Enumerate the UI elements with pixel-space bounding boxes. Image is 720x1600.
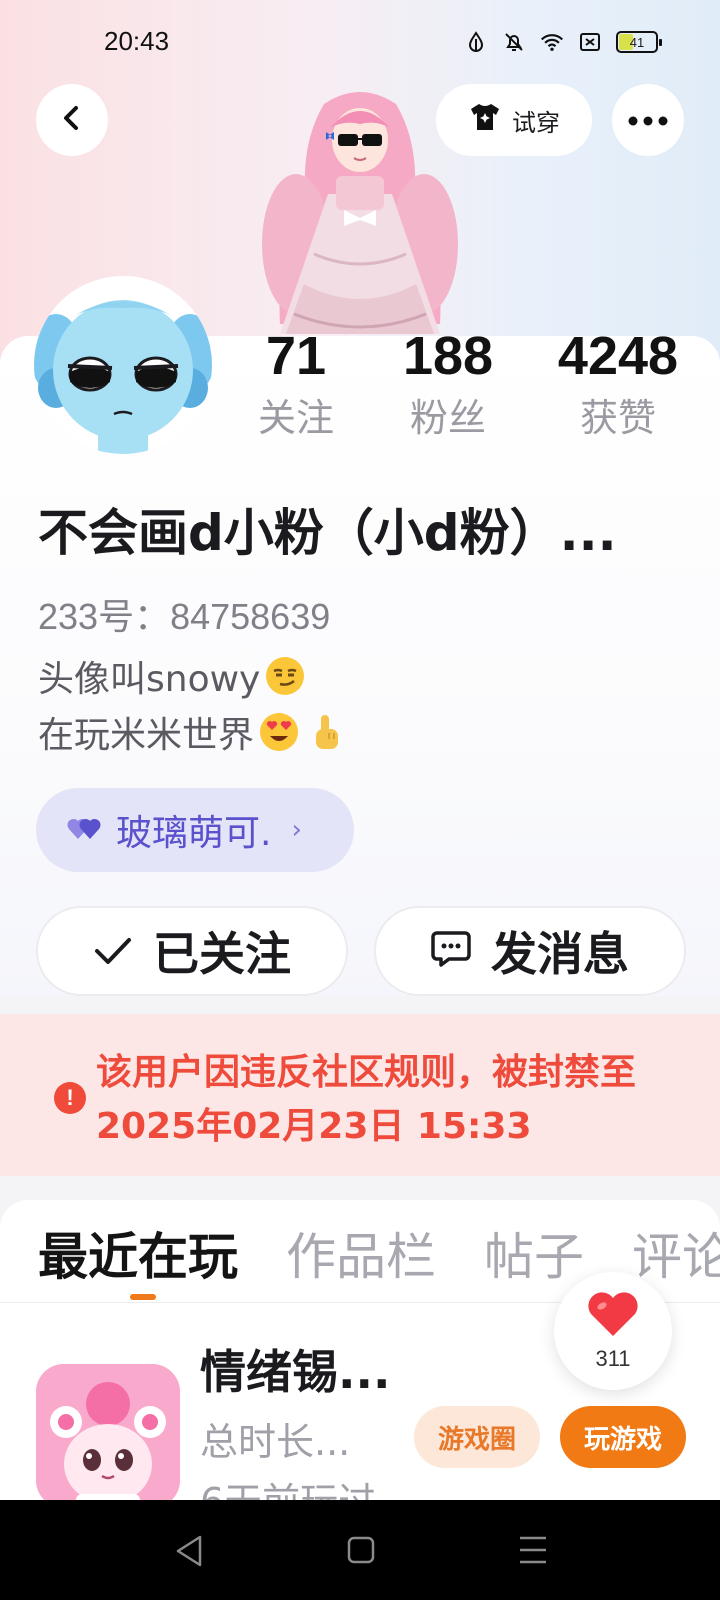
following-count: 71 [265, 326, 327, 386]
badge-label: 玻璃萌可. [116, 813, 272, 854]
try-on-label: 试穿 [512, 108, 560, 137]
tab-recently-played[interactable]: 最近在玩 [38, 1222, 238, 1292]
sim-x-icon [578, 30, 602, 54]
profile-bio: 头像叫snowy 在玩米米世界 [38, 652, 346, 764]
nav-menu-icon[interactable] [518, 1534, 548, 1570]
game-title: 情绪锡... [200, 1345, 391, 1399]
profile-screen: 20:43 41 试穿 71 关注 188 粉丝 4248 获赞 不会画d小粉（… [0, 0, 720, 1600]
game-total-time: 总时长... [200, 1420, 351, 1464]
following-button-label: 已关注 [153, 927, 291, 981]
send-message-label: 发消息 [491, 927, 629, 981]
double-heart-icon [66, 810, 102, 851]
stat-likes[interactable]: 4248 获赞 [548, 324, 688, 444]
more-dots-icon [628, 111, 668, 130]
chevron-left-icon [58, 104, 86, 136]
status-time: 20:43 [104, 26, 170, 56]
profile-id[interactable]: 233号：84758639 [38, 588, 330, 640]
followers-label: 粉丝 [409, 396, 486, 440]
status-bar: 20:43 41 [0, 0, 720, 90]
heart-eyes-emoji-icon [258, 711, 300, 753]
wifi-icon [540, 30, 564, 54]
active-tab-indicator [130, 1294, 156, 1300]
more-options-button[interactable] [612, 84, 684, 156]
nav-back-icon[interactable] [174, 1534, 204, 1572]
likes-count: 4248 [557, 326, 679, 386]
status-icons: 41 [464, 30, 662, 54]
tab-posts[interactable]: 帖子 [484, 1222, 584, 1292]
bio-line-2: 在玩米米世界 [38, 708, 346, 764]
chevron-right-icon: › [291, 815, 302, 845]
game-circle-button[interactable]: 游戏圈 [414, 1406, 540, 1468]
stat-followers[interactable]: 188 粉丝 [378, 324, 518, 444]
check-icon [93, 924, 133, 978]
warning-icon: ! [54, 1082, 86, 1114]
send-message-button[interactable]: 发消息 [374, 906, 686, 996]
smirk-emoji-icon [264, 655, 306, 697]
like-count: 311 [595, 1346, 631, 1371]
profile-name: 不会画d小粉（小d粉）... [38, 504, 617, 562]
mute-bell-icon [502, 30, 526, 54]
following-button[interactable]: 已关注 [36, 906, 348, 996]
heart-icon [586, 1290, 640, 1342]
nav-home-icon[interactable] [346, 1534, 376, 1570]
data-saver-icon [464, 30, 488, 54]
following-label: 关注 [257, 396, 334, 440]
bio-line-1: 头像叫snowy [38, 652, 346, 708]
avatar[interactable] [34, 276, 212, 454]
pointing-up-hand-icon [304, 711, 346, 753]
character-avatar-illustration [244, 84, 476, 340]
followers-count: 188 [402, 326, 494, 386]
chat-bubble-icon [431, 924, 471, 978]
play-game-button[interactable]: 玩游戏 [560, 1406, 686, 1468]
stat-following[interactable]: 71 关注 [226, 324, 366, 444]
back-button[interactable] [36, 84, 108, 156]
tab-works[interactable]: 作品栏 [286, 1222, 436, 1292]
ban-notice-text: 该用户因违反社区规则，被封禁至2025年02月23日 15:33 [96, 1052, 637, 1147]
likes-label: 获赞 [579, 396, 656, 440]
game-icon[interactable] [36, 1364, 180, 1508]
glass-badge-button[interactable]: 玻璃萌可. › [36, 788, 354, 872]
like-widget[interactable]: 311 [554, 1272, 672, 1390]
battery-icon: 41 [616, 31, 662, 53]
